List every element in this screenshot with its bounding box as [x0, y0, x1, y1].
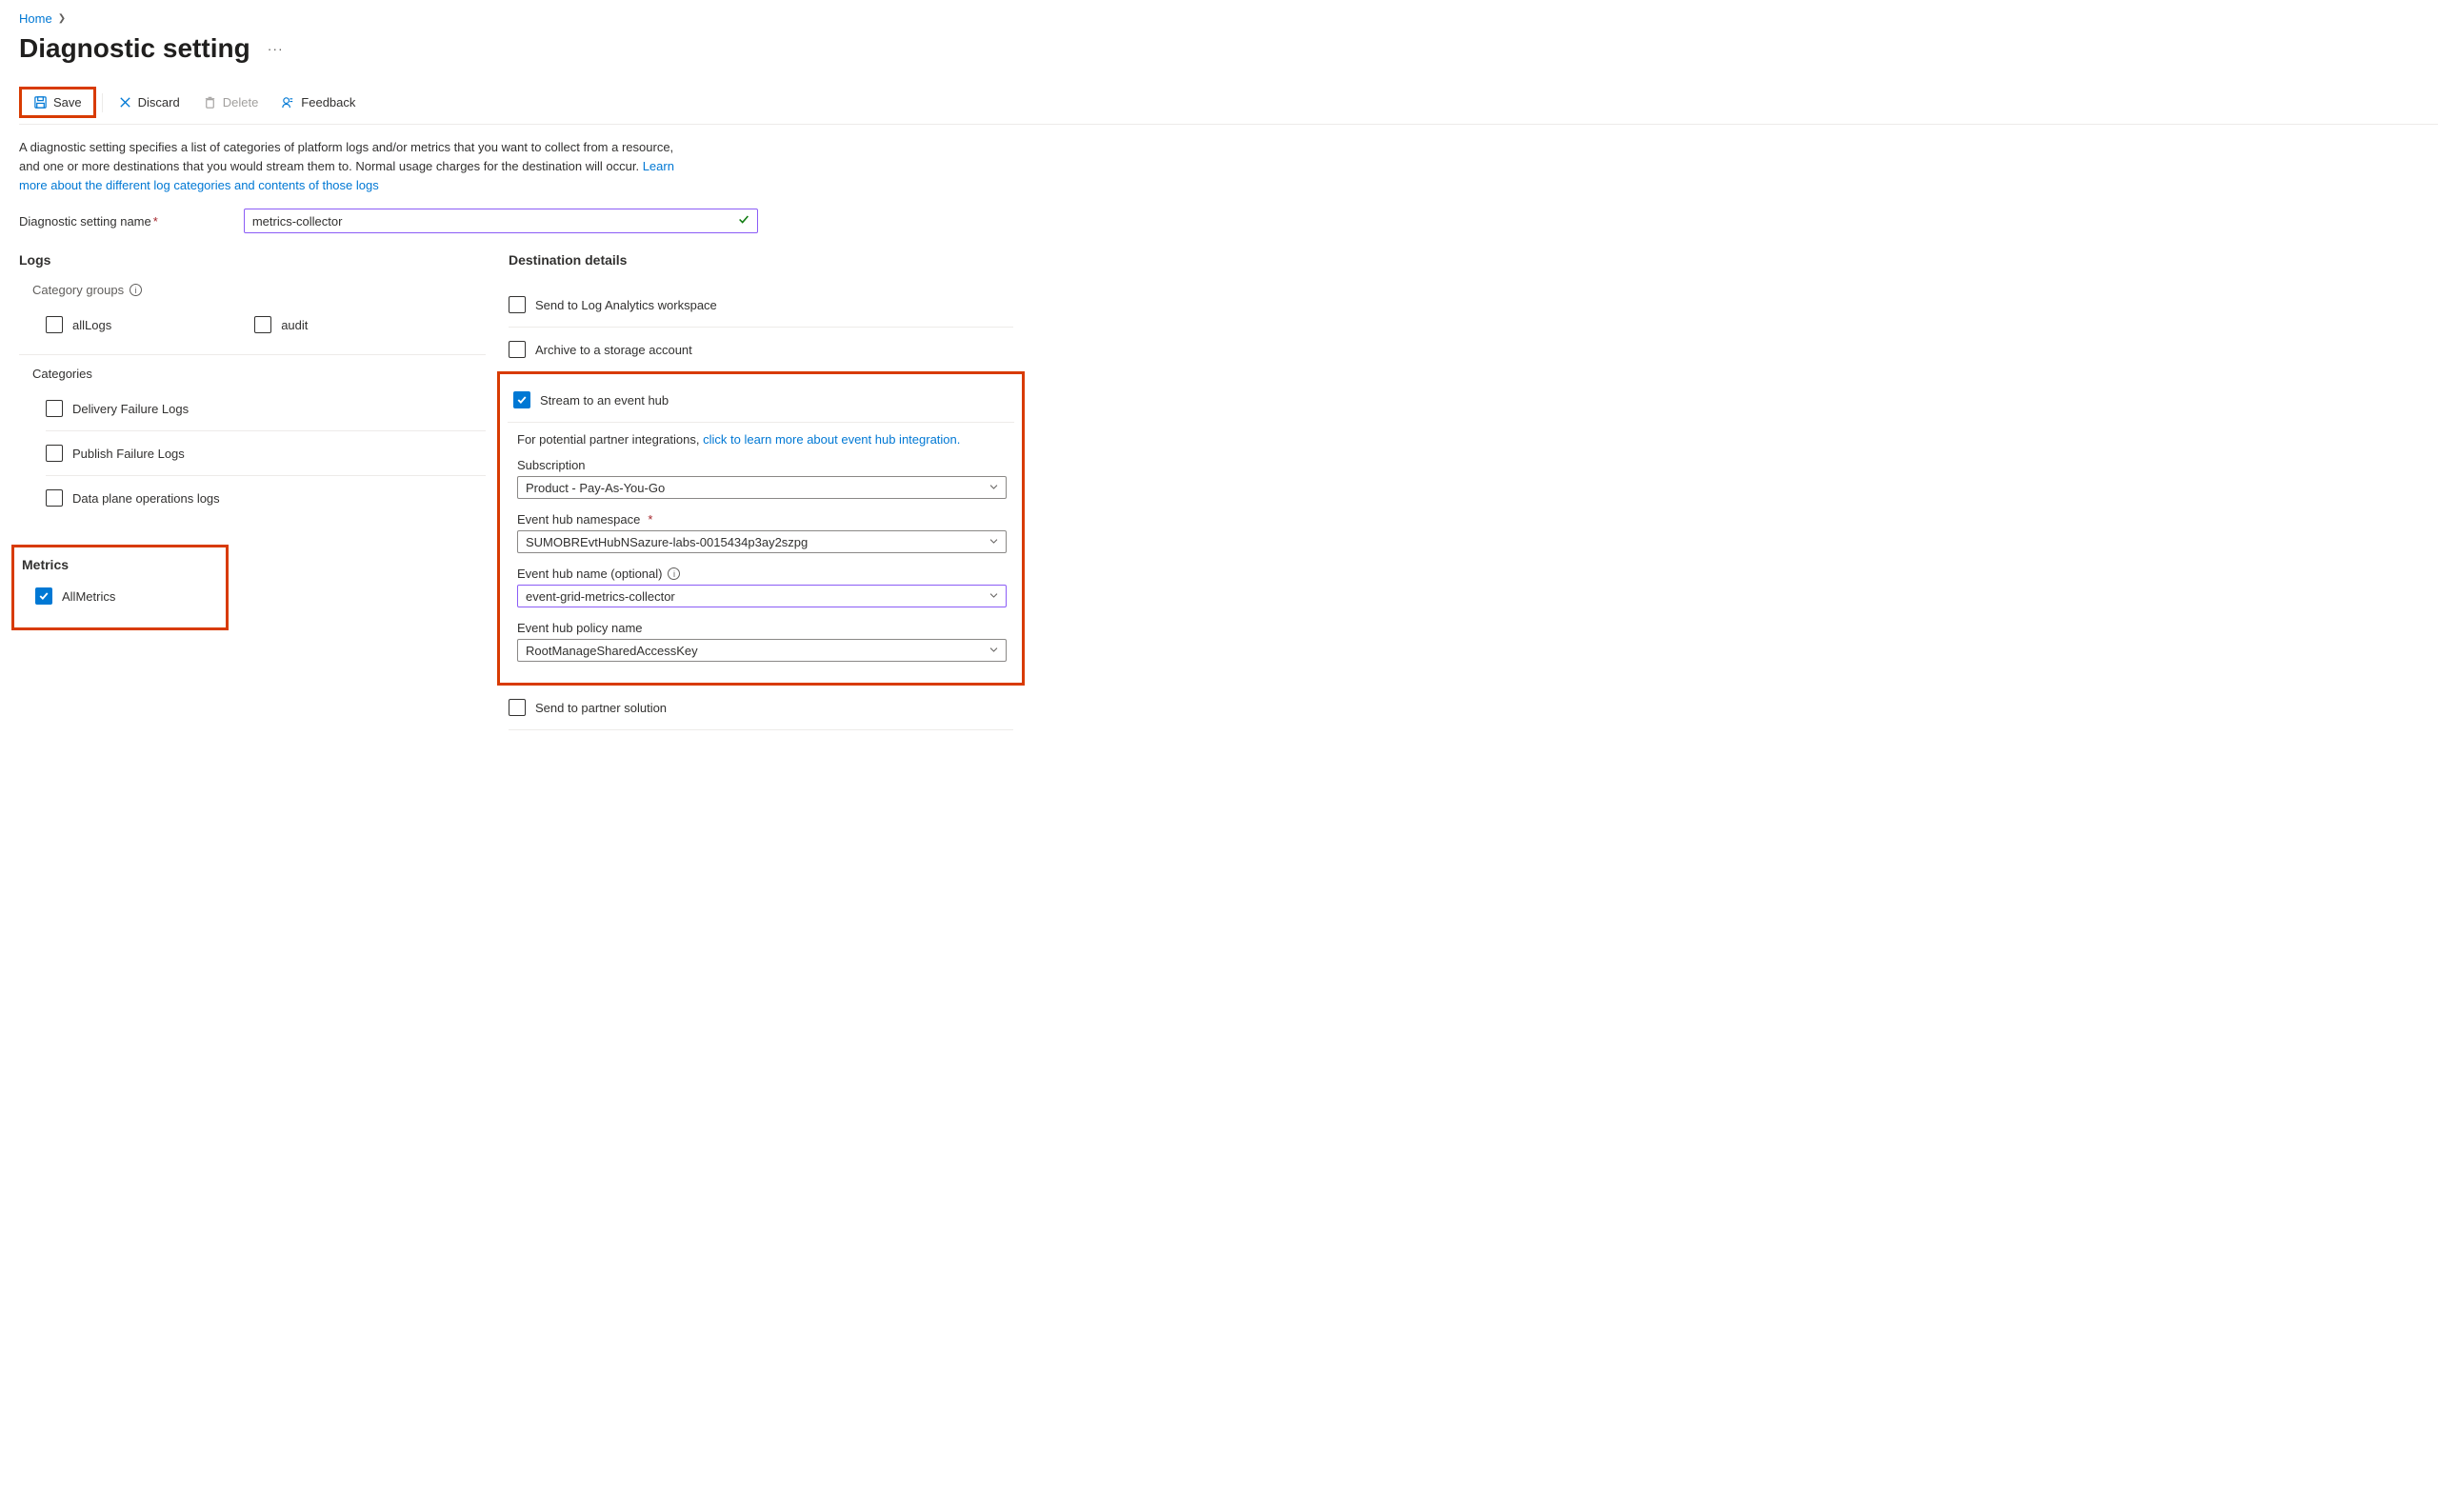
category-publish-failure: Publish Failure Logs	[46, 431, 486, 476]
alllogs-row: allLogs	[46, 308, 111, 341]
namespace-select[interactable]: SUMOBREvtHubNSazure-labs-0015434p3ay2szp…	[517, 530, 1007, 553]
event-hub-checkbox[interactable]	[513, 391, 530, 408]
chevron-down-icon	[989, 589, 999, 604]
chevron-down-icon	[989, 535, 999, 549]
categories-list: Delivery Failure Logs Publish Failure Lo…	[19, 387, 486, 520]
name-label: Diagnostic setting name*	[19, 214, 158, 229]
chevron-down-icon	[989, 644, 999, 658]
destinations-column: Destination details Send to Log Analytic…	[509, 252, 1013, 730]
category-delivery-failure: Delivery Failure Logs	[46, 387, 486, 431]
publish-failure-checkbox[interactable]	[46, 445, 63, 462]
chevron-right-icon: ❯	[58, 13, 66, 24]
feedback-icon	[281, 95, 295, 109]
storage-checkbox[interactable]	[509, 341, 526, 358]
category-groups-label: Category groups i	[19, 283, 486, 297]
main-columns: Logs Category groups i allLogs audit Cat…	[19, 252, 2438, 730]
delete-button: Delete	[193, 91, 269, 113]
eh-name-label: Event hub name (optional) i	[517, 567, 1007, 581]
partner-checkbox[interactable]	[509, 699, 526, 716]
more-icon[interactable]: ···	[268, 41, 284, 56]
save-button[interactable]: Save	[24, 91, 91, 113]
name-row: Diagnostic setting name*	[19, 209, 2438, 233]
toolbar: Save Discard Delete Feedback	[19, 87, 2438, 125]
log-analytics-checkbox[interactable]	[509, 296, 526, 313]
alllogs-checkbox[interactable]	[46, 316, 63, 333]
subscription-label: Subscription	[517, 458, 1007, 472]
category-data-plane: Data plane operations logs	[46, 476, 486, 520]
category-groups-row: allLogs audit	[19, 308, 486, 355]
dest-storage: Archive to a storage account	[509, 328, 1013, 371]
required-marker: *	[153, 214, 158, 229]
namespace-label: Event hub namespace*	[517, 512, 1007, 527]
eh-learn-more-link[interactable]: click to learn more about event hub inte…	[703, 432, 960, 447]
subscription-select[interactable]: Product - Pay-As-You-Go	[517, 476, 1007, 499]
logs-heading: Logs	[19, 252, 486, 268]
allmetrics-row: AllMetrics	[14, 580, 216, 612]
valid-checkmark-icon	[737, 213, 750, 229]
description-text: A diagnostic setting specifies a list of…	[19, 138, 695, 195]
save-icon	[33, 95, 48, 109]
chevron-down-icon	[989, 481, 999, 495]
namespace-select-wrap: SUMOBREvtHubNSazure-labs-0015434p3ay2szp…	[517, 530, 1007, 553]
categories-label: Categories	[19, 367, 486, 381]
info-icon[interactable]: i	[668, 567, 680, 580]
dest-event-hub: Stream to an event hub	[508, 378, 1014, 423]
eventhub-highlight-box: Stream to an event hub For potential par…	[497, 371, 1025, 686]
eh-name-select[interactable]: event-grid-metrics-collector	[517, 585, 1007, 607]
policy-select[interactable]: RootManageSharedAccessKey	[517, 639, 1007, 662]
setting-name-input[interactable]	[244, 209, 758, 233]
info-icon[interactable]: i	[130, 284, 142, 296]
discard-button[interactable]: Discard	[109, 91, 190, 113]
breadcrumb: Home ❯	[19, 11, 2438, 26]
page-title: Diagnostic setting	[19, 33, 250, 64]
audit-row: audit	[254, 308, 308, 341]
metrics-heading: Metrics	[14, 557, 216, 572]
destinations-heading: Destination details	[509, 252, 1013, 268]
eh-intro-text: For potential partner integrations, clic…	[517, 432, 1007, 447]
dest-log-analytics: Send to Log Analytics workspace	[509, 283, 1013, 328]
data-plane-checkbox[interactable]	[46, 489, 63, 507]
page-title-row: Diagnostic setting ···	[19, 33, 2438, 64]
subscription-select-wrap: Product - Pay-As-You-Go	[517, 476, 1007, 499]
logs-column: Logs Category groups i allLogs audit Cat…	[19, 252, 486, 630]
allmetrics-checkbox[interactable]	[35, 587, 52, 605]
save-highlight-box: Save	[19, 87, 96, 118]
close-icon	[118, 95, 132, 109]
trash-icon	[203, 95, 217, 109]
event-hub-detail: For potential partner integrations, clic…	[508, 423, 1014, 677]
feedback-button[interactable]: Feedback	[271, 91, 365, 113]
metrics-highlight-box: Metrics AllMetrics	[11, 545, 229, 630]
policy-label: Event hub policy name	[517, 621, 1007, 635]
breadcrumb-home[interactable]: Home	[19, 11, 52, 26]
metrics-section: Metrics AllMetrics	[19, 545, 486, 630]
policy-select-wrap: RootManageSharedAccessKey	[517, 639, 1007, 662]
eh-name-select-wrap: event-grid-metrics-collector	[517, 585, 1007, 607]
dest-partner: Send to partner solution	[509, 686, 1013, 730]
audit-checkbox[interactable]	[254, 316, 271, 333]
toolbar-divider	[102, 93, 103, 112]
delivery-failure-checkbox[interactable]	[46, 400, 63, 417]
